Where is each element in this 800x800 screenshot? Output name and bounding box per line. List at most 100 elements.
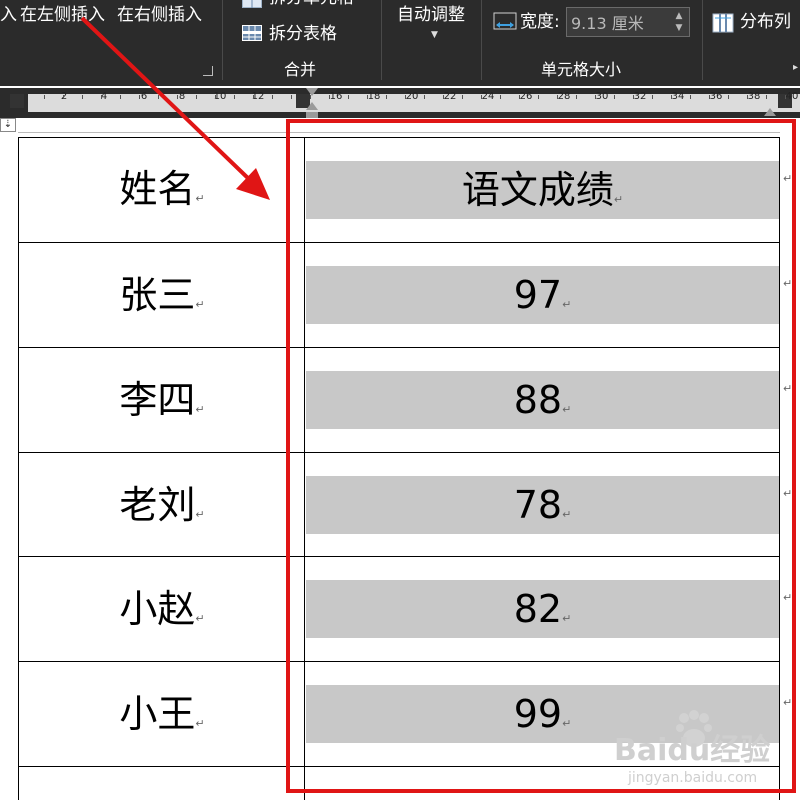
ruler-tick bbox=[690, 95, 691, 99]
ruler-tick bbox=[785, 95, 786, 99]
caret-down-icon[interactable]: ▼ bbox=[431, 30, 438, 40]
ruler-tick bbox=[158, 95, 159, 99]
right-indent-icon[interactable] bbox=[764, 106, 776, 116]
distribute-columns-icon bbox=[712, 13, 734, 33]
name-text: 小王 bbox=[119, 692, 196, 736]
ruler-number: 22 bbox=[443, 91, 457, 102]
ruler-tick bbox=[348, 95, 349, 99]
split-table-button[interactable]: 拆分表格 bbox=[269, 24, 337, 44]
ruler-tick bbox=[709, 95, 710, 99]
ruler-tick bbox=[614, 95, 615, 99]
insert-right-button[interactable]: 在右侧插入 bbox=[117, 5, 202, 25]
ruler-tick bbox=[652, 95, 653, 99]
ruler-tick bbox=[557, 95, 558, 99]
ruler-number: 40 bbox=[785, 91, 799, 102]
ruler-tick bbox=[234, 95, 235, 99]
ruler-tick bbox=[386, 95, 387, 99]
split-table-icon bbox=[242, 25, 262, 41]
ruler-tick bbox=[519, 95, 520, 99]
table-move-handle-icon[interactable]: ⇣ bbox=[0, 118, 16, 132]
ruler-number: 16 bbox=[329, 91, 343, 102]
ruler-tick bbox=[766, 95, 767, 99]
paragraph-mark-icon: ↵ bbox=[195, 403, 205, 416]
ruler-number: 26 bbox=[519, 91, 533, 102]
dialog-launcher-icon[interactable] bbox=[203, 66, 213, 76]
name-cell[interactable]: 老刘↵ bbox=[20, 476, 304, 544]
ruler-number: 2 bbox=[60, 91, 68, 102]
ruler-tick bbox=[500, 95, 501, 99]
paragraph-mark-icon: ↵ bbox=[195, 612, 205, 625]
group-separator bbox=[481, 0, 482, 80]
auto-fit-button[interactable]: 自动调整 bbox=[397, 5, 465, 25]
paragraph-mark-icon: ↵ bbox=[195, 298, 205, 311]
ruler-number: 34 bbox=[671, 91, 685, 102]
group-separator bbox=[222, 0, 223, 80]
ruler-column-marker[interactable] bbox=[10, 94, 24, 108]
horizontal-ruler[interactable]: 2 4 6 8 10 12 16 18 20 22 24 26 28 30 32 34 36 38 40 bbox=[0, 88, 800, 118]
indent-marker-icon[interactable] bbox=[305, 88, 319, 118]
group-label-merge: 合并 bbox=[284, 60, 317, 79]
name-text: 小赵 bbox=[119, 587, 196, 631]
ruler-tick bbox=[139, 95, 140, 99]
ruler-tick bbox=[595, 95, 596, 99]
insert-partial-button[interactable]: 入 bbox=[0, 5, 17, 25]
ruler-tick bbox=[177, 95, 178, 99]
header-name-cell[interactable]: 姓名↵ bbox=[20, 160, 304, 228]
ruler-tick bbox=[576, 95, 577, 99]
name-text: 张三 bbox=[119, 273, 196, 317]
group-separator bbox=[381, 0, 382, 80]
width-input[interactable] bbox=[571, 11, 666, 33]
ruler-tick bbox=[120, 95, 121, 99]
header-name-text: 姓名 bbox=[119, 167, 196, 211]
ruler-tick bbox=[747, 95, 748, 99]
ruler-tick bbox=[82, 95, 83, 99]
ruler-number: 6 bbox=[140, 91, 148, 102]
split-cells-button[interactable]: 拆分单元格 bbox=[269, 0, 354, 8]
chevron-right-icon[interactable]: ▸ bbox=[793, 62, 798, 73]
distribute-columns-button[interactable]: 分布列 bbox=[740, 12, 791, 32]
insert-left-button[interactable]: 在左侧插入 bbox=[20, 5, 105, 25]
spin-up-icon[interactable]: ▲ bbox=[671, 10, 687, 22]
name-cell[interactable]: 张三↵ bbox=[20, 266, 304, 334]
name-cell[interactable]: 小王↵ bbox=[20, 685, 304, 753]
ruler-tick bbox=[101, 95, 102, 99]
paragraph-mark-icon: ↵ bbox=[195, 192, 205, 205]
ruler-tick bbox=[329, 95, 330, 99]
paragraph-mark-icon: ↵ bbox=[195, 717, 205, 730]
name-text: 李四 bbox=[119, 378, 196, 422]
ruler-number: 36 bbox=[709, 91, 723, 102]
table-column-border bbox=[18, 137, 19, 800]
ruler-number: 28 bbox=[557, 91, 571, 102]
ruler-tick bbox=[63, 95, 64, 99]
ribbon: 入 在左侧插入 在右侧插入 拆分单元格 拆分表格 合并 自动调整 ▼ 宽度: ▲… bbox=[0, 0, 800, 86]
ruler-number: 32 bbox=[633, 91, 647, 102]
ruler-number: 24 bbox=[481, 91, 495, 102]
width-label: 宽度: bbox=[520, 12, 560, 32]
width-input-box: ▲ ▼ bbox=[566, 7, 690, 37]
name-cell[interactable]: 李四↵ bbox=[20, 371, 304, 439]
ruler-tick bbox=[44, 95, 45, 99]
paragraph-mark-icon: ↵ bbox=[195, 508, 205, 521]
highlight-box bbox=[286, 119, 796, 793]
column-width-icon bbox=[493, 12, 517, 30]
ruler-tick bbox=[633, 95, 634, 99]
ruler-tick bbox=[671, 95, 672, 99]
ruler-tick bbox=[367, 95, 368, 99]
name-cell[interactable]: 小赵↵ bbox=[20, 580, 304, 648]
split-cells-icon bbox=[242, 0, 262, 8]
ruler-tick bbox=[405, 95, 406, 99]
ruler-tick bbox=[424, 95, 425, 99]
ruler-tick bbox=[253, 95, 254, 99]
ruler-tick bbox=[443, 95, 444, 99]
ruler-tick bbox=[215, 95, 216, 99]
ruler-tick bbox=[291, 95, 292, 99]
group-label-cell-size: 单元格大小 bbox=[541, 60, 622, 79]
ruler-tick bbox=[310, 95, 311, 99]
spin-down-icon[interactable]: ▼ bbox=[671, 22, 687, 34]
ruler-tick bbox=[728, 95, 729, 99]
ruler-tick bbox=[196, 95, 197, 99]
group-separator bbox=[702, 0, 703, 80]
ruler-tick bbox=[272, 95, 273, 99]
ruler-number: 8 bbox=[178, 91, 186, 102]
ruler-number: 30 bbox=[595, 91, 609, 102]
